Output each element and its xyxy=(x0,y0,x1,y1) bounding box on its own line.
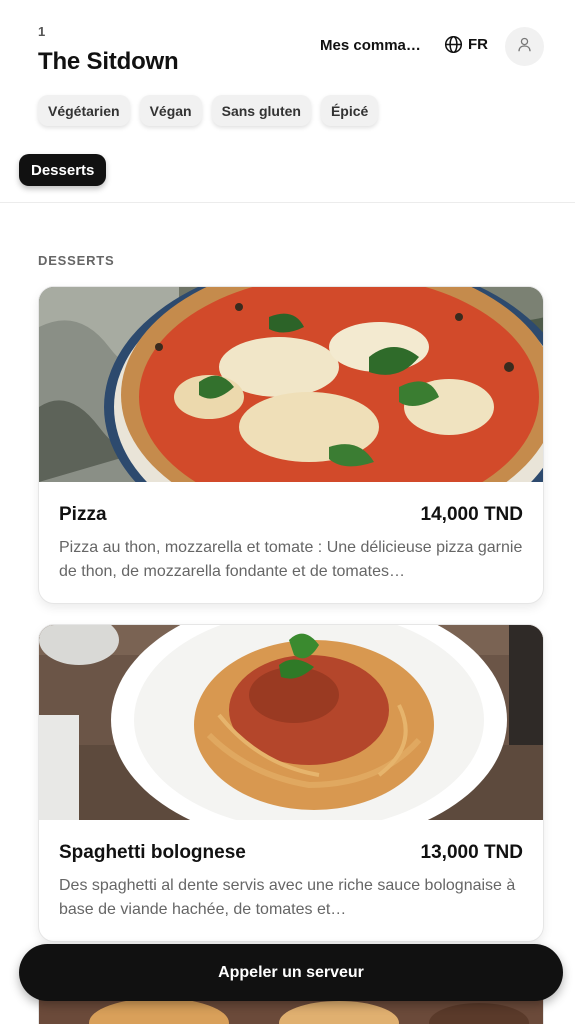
dietary-filters: Végétarien Végan Sans gluten Épicé xyxy=(38,95,379,126)
table-number: 1 xyxy=(38,24,46,39)
menu-item-price: 13,000 TND xyxy=(420,842,523,863)
menu-item-card[interactable]: Pizza 14,000 TND Pizza au thon, mozzarel… xyxy=(38,286,544,604)
user-icon xyxy=(516,36,533,58)
spaghetti-photo xyxy=(39,625,543,820)
section-heading: DESSERTS xyxy=(38,253,115,268)
call-waiter-button[interactable]: Appeler un serveur xyxy=(19,944,563,1001)
filter-spicy[interactable]: Épicé xyxy=(320,95,379,126)
menu-item-card[interactable]: Spaghetti bolognese 13,000 TND Des spagh… xyxy=(38,624,544,942)
menu-item-description: Des spaghetti al dente servis avec une r… xyxy=(59,877,516,918)
my-orders-link[interactable]: Mes commandes xyxy=(320,37,426,54)
filter-vegetarian[interactable]: Végétarien xyxy=(38,95,130,126)
language-selector[interactable]: FR xyxy=(444,35,488,54)
pizza-photo xyxy=(39,287,543,482)
category-tab-desserts[interactable]: Desserts xyxy=(19,154,107,186)
language-label: FR xyxy=(468,36,488,53)
menu-item-details: Pizza 14,000 TND Pizza au thon, mozzarel… xyxy=(39,482,543,603)
menu-item-description: Pizza au thon, mozzarella et tomate : Un… xyxy=(59,539,523,580)
menu-item-price: 14,000 TND xyxy=(420,504,523,525)
account-button[interactable] xyxy=(505,27,544,66)
restaurant-title: The Sitdown xyxy=(38,48,179,75)
app-header: 1 The Sitdown Mes commandes FR Végétarie… xyxy=(0,0,575,203)
menu-item-details: Spaghetti bolognese 13,000 TND Des spagh… xyxy=(39,820,543,941)
globe-icon xyxy=(444,35,463,54)
filter-gluten-free[interactable]: Sans gluten xyxy=(211,95,311,126)
filter-vegan[interactable]: Végan xyxy=(139,95,202,126)
